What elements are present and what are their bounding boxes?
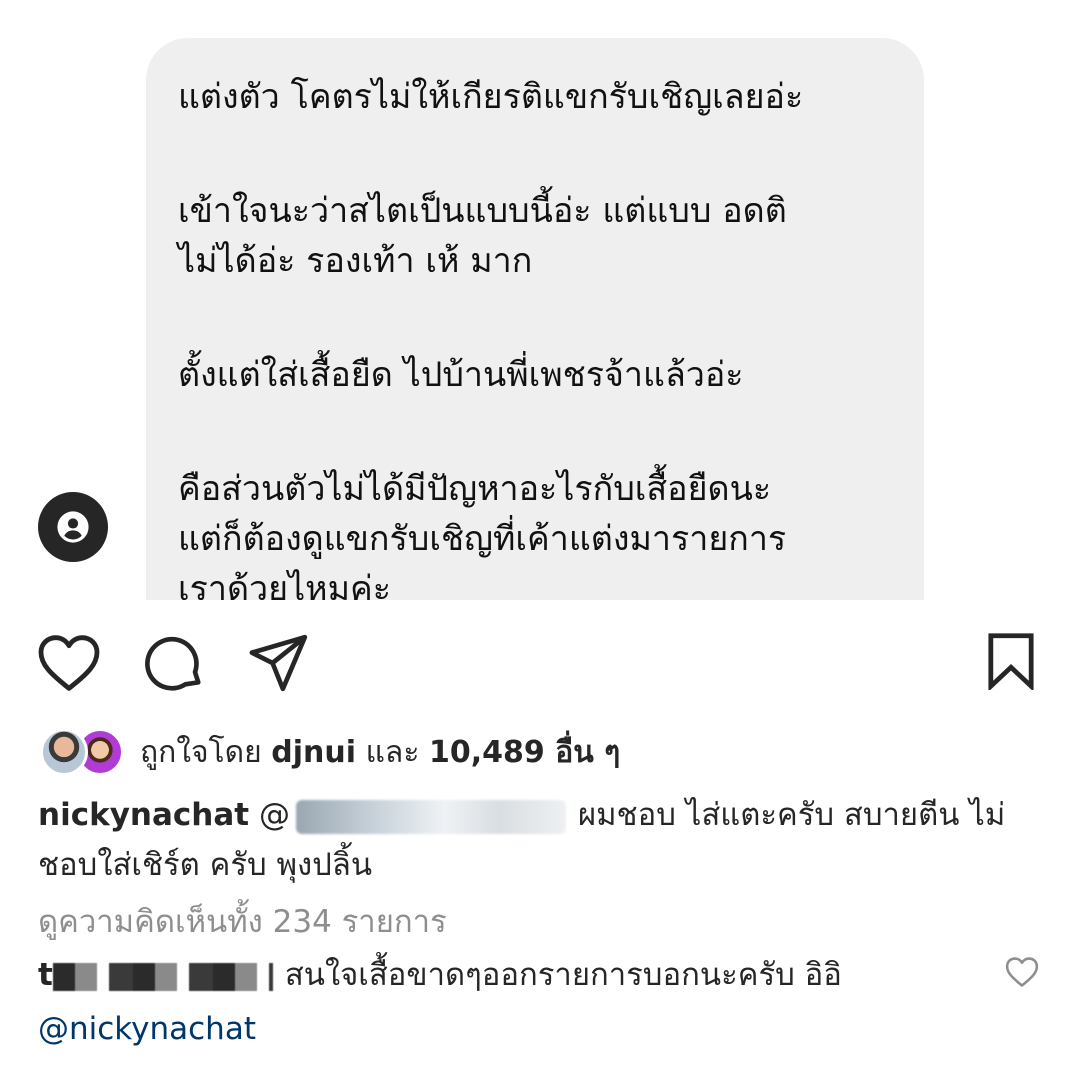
comment-username[interactable]: t	[38, 957, 53, 993]
likes-text[interactable]: ถูกใจโดย djnui และ 10,489 อื่น ๆ	[140, 729, 620, 776]
message-bubble: แต่งตัว โคตรไม่ให้เกียรติแขกรับเชิญเลยอ่…	[146, 38, 924, 600]
bookmark-icon	[988, 633, 1034, 690]
save-button[interactable]	[976, 626, 1046, 696]
share-button[interactable]	[244, 628, 314, 698]
caption-mention-prefix[interactable]: @	[259, 797, 290, 833]
comment-bubble-icon	[145, 636, 201, 691]
likes-prefix: ถูกใจโดย	[140, 734, 262, 770]
likes-conjunction: และ	[365, 734, 420, 770]
user-tag-button[interactable]	[38, 492, 108, 562]
view-all-comments-link[interactable]: ดูความคิดเห็นทั้ง 234 รายการ	[38, 896, 447, 946]
redacted-username	[52, 962, 273, 991]
comment-like-button[interactable]	[1002, 952, 1042, 992]
post-caption: nickynachat @ ผมชอบ ไส่แตะครับ สบายตีน ไม…	[38, 790, 1048, 890]
comment-mention[interactable]: @nickynachat	[38, 1011, 256, 1047]
message-line-4: คือส่วนตัวไม่ได้มีปัญหาอะไรกับเสื้อยืดนะ…	[178, 469, 787, 600]
heart-icon	[1005, 957, 1039, 987]
redacted-mention	[295, 799, 566, 834]
caption-username[interactable]: nickynachat	[38, 797, 249, 833]
liker-username[interactable]: djnui	[271, 735, 356, 770]
comment-text: สนใจเสื้อขาดๆออกรายการบอกนะครับ อิอิ	[284, 957, 842, 993]
message-line-1: แต่งตัว โคตรไม่ให้เกียรติแขกรับเชิญเลยอ่…	[178, 77, 804, 117]
post-image[interactable]: แต่งตัว โคตรไม่ให้เกียรติแขกรับเชิญเลยอ่…	[0, 0, 1080, 600]
message-line-2: เข้าใจนะว่าสไตเป็นแบบนี้อ่ะ แต่แบบ อดติ …	[178, 191, 787, 281]
user-tag-icon	[57, 511, 89, 543]
comment-button[interactable]	[140, 628, 210, 698]
heart-icon	[38, 635, 100, 691]
likes-summary[interactable]: ถูกใจโดย djnui และ 10,489 อื่น ๆ	[40, 724, 620, 780]
like-button[interactable]	[34, 628, 104, 698]
avatar[interactable]	[40, 728, 88, 776]
likes-count[interactable]: 10,489 อื่น ๆ	[429, 735, 620, 770]
comment-item: t สนใจเสื้อขาดๆออกรายการบอกนะครับ อิอิ @n…	[38, 948, 998, 1056]
message-line-3: ตั้งแต่ใส่เสื้อยืด ไปบ้านพี่เพชรจ้าแล้วอ…	[178, 355, 744, 395]
paper-plane-icon	[249, 634, 308, 692]
